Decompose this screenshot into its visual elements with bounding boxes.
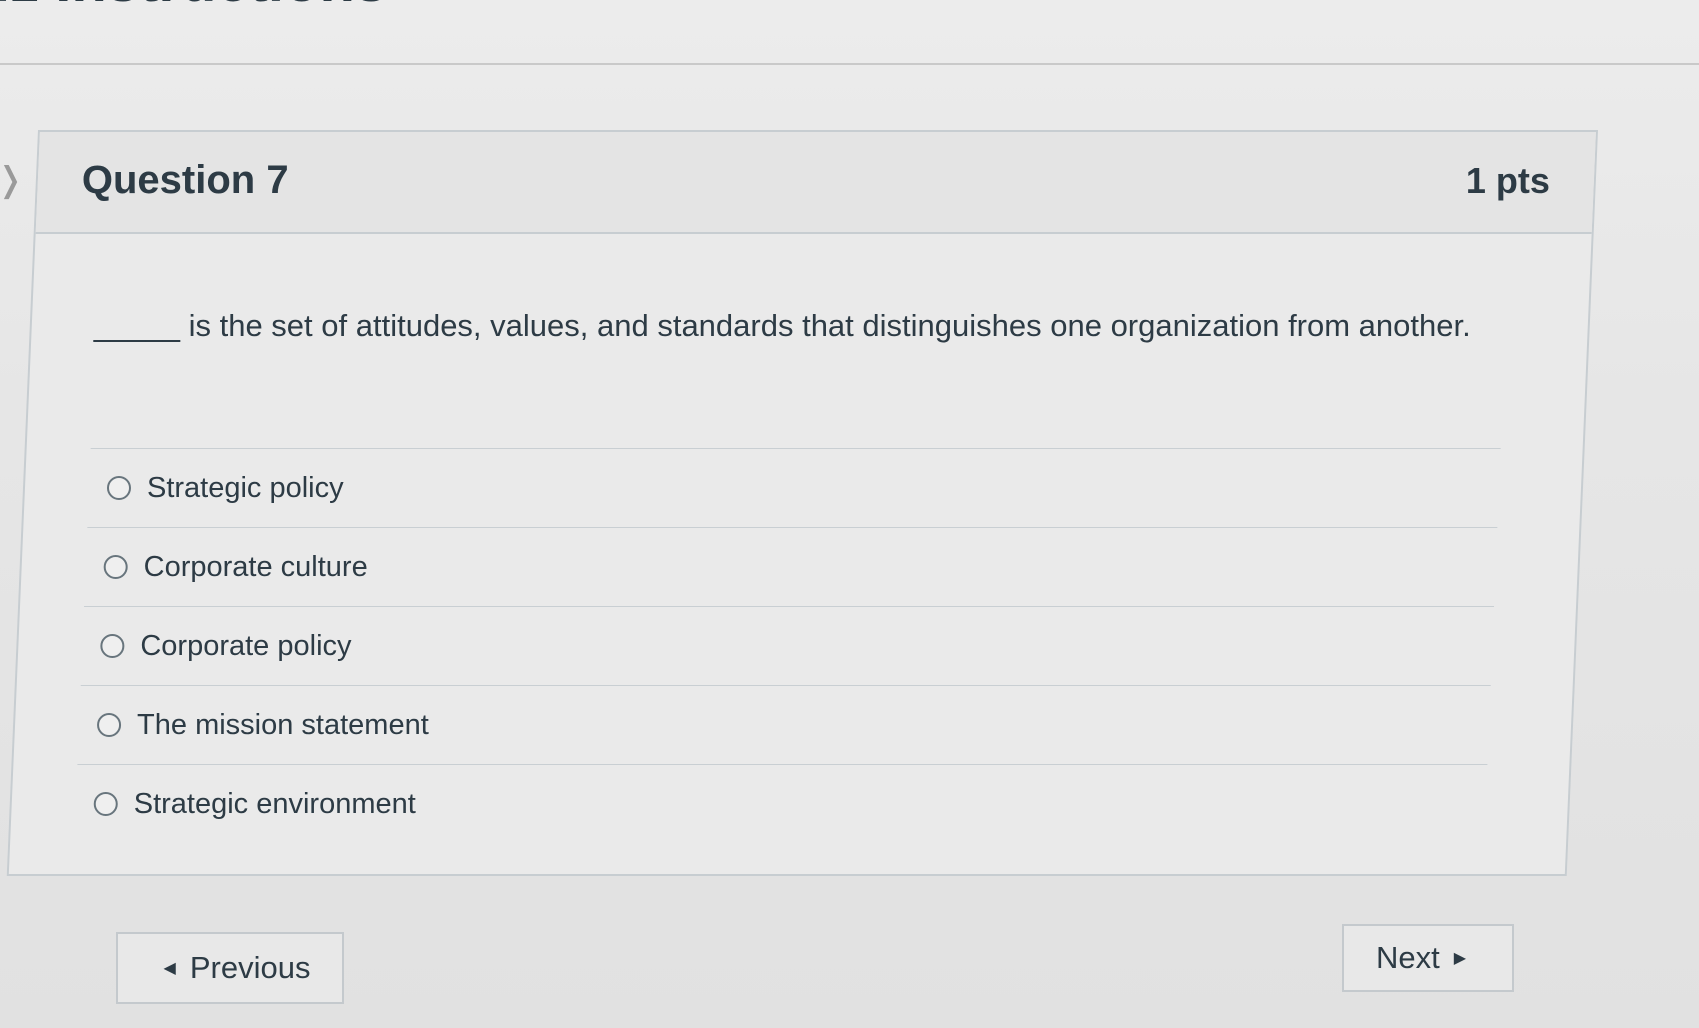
- question-points: 1 pts: [1465, 160, 1550, 201]
- next-button[interactable]: Next ▶: [1342, 924, 1514, 992]
- page-title: iz Instructions: [0, 0, 387, 15]
- radio-unchecked-icon[interactable]: [100, 634, 125, 658]
- heading-divider: [0, 63, 1699, 65]
- question-card: Question 7 1 pts _____ is the set of att…: [6, 130, 1599, 876]
- answer-option[interactable]: The mission statement: [77, 686, 1490, 764]
- answer-list: Strategic policy Corporate culture Corpo…: [74, 448, 1501, 843]
- radio-unchecked-icon[interactable]: [106, 476, 131, 500]
- question-text: _____ is the set of attitudes, values, a…: [93, 308, 1471, 343]
- answer-label[interactable]: Corporate policy: [140, 630, 351, 663]
- question-header: Question 7 1 pts: [35, 132, 1596, 234]
- answer-label[interactable]: Strategic environment: [134, 788, 416, 821]
- previous-button-label: Previous: [189, 950, 311, 985]
- answer-label[interactable]: Strategic policy: [147, 472, 344, 505]
- answer-option[interactable]: Corporate policy: [81, 607, 1494, 685]
- question-title: Question 7: [81, 158, 289, 202]
- radio-unchecked-icon[interactable]: [103, 555, 128, 579]
- triangle-left-icon: ◀: [163, 960, 176, 977]
- chevron-right-icon[interactable]: ❭: [0, 160, 25, 200]
- next-button-label: Next: [1375, 940, 1440, 975]
- previous-button[interactable]: ◀ Previous: [116, 932, 344, 1004]
- radio-unchecked-icon[interactable]: [97, 713, 122, 737]
- radio-unchecked-icon[interactable]: [93, 792, 118, 816]
- answer-option[interactable]: Corporate culture: [84, 528, 1497, 606]
- answer-option[interactable]: Strategic policy: [87, 449, 1500, 527]
- answer-option[interactable]: Strategic environment: [74, 765, 1487, 843]
- answer-label[interactable]: Corporate culture: [144, 551, 368, 584]
- triangle-right-icon: ▶: [1453, 950, 1467, 967]
- answer-label[interactable]: The mission statement: [137, 709, 429, 742]
